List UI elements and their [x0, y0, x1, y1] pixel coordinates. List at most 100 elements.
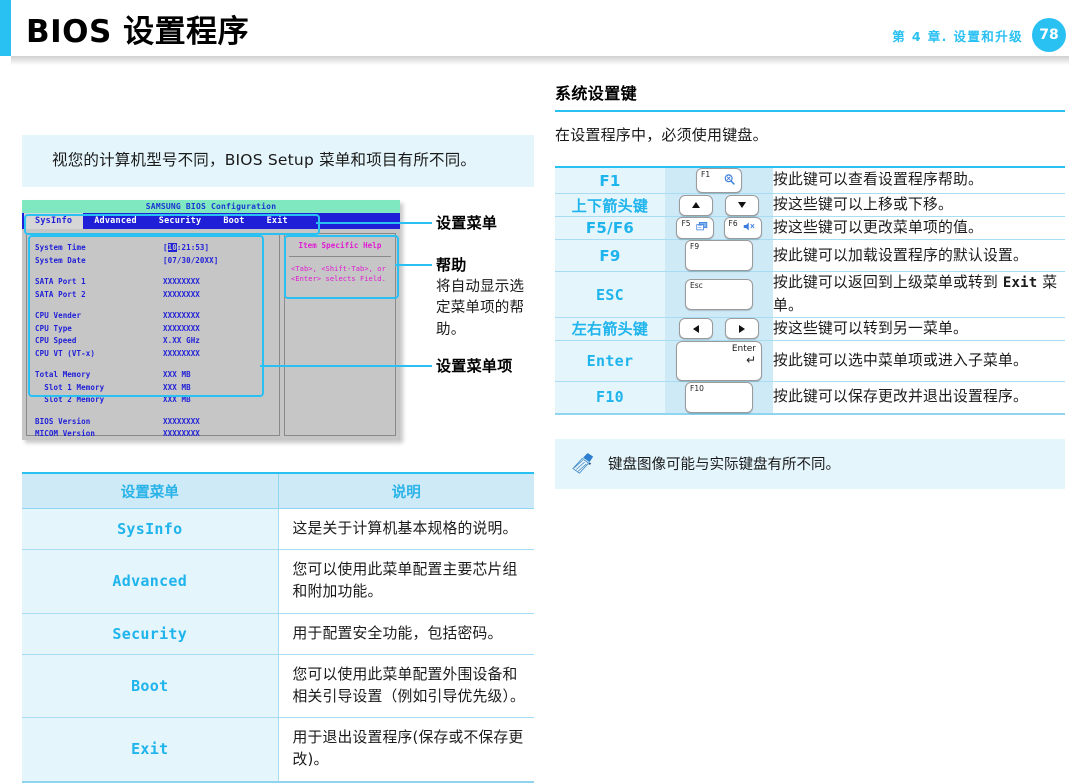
- bios-field-value: XXX MB: [163, 370, 191, 380]
- key-image-f5f6: F5 F6: [665, 216, 773, 241]
- bios-tab-sysinfo[interactable]: SysInfo: [24, 213, 84, 230]
- table-row: F1 F1 按此键可以查看设置程序帮助。: [555, 166, 1065, 194]
- bios-setup-window: SAMSUNG BIOS Configuration SysInfo Advan…: [22, 200, 400, 441]
- keycap-f5[interactable]: F5: [676, 217, 715, 240]
- leader-line-items: [260, 365, 432, 368]
- bios-field-row[interactable]: BIOS Version XXXXXXXX: [35, 416, 271, 429]
- header-divider-shadow: [11, 56, 1069, 65]
- key-name-updown: 上下箭头键: [555, 193, 665, 218]
- bios-field-value: XXXXXXXX: [163, 348, 200, 358]
- leader-line-help: [395, 264, 432, 267]
- bios-field-row[interactable]: CPU Speed X.XX GHz: [35, 335, 271, 348]
- table-row: 左右箭头键 按这些键可以转到另一菜单。: [555, 317, 1065, 341]
- key-desc-esc: 按此键可以返回到上级菜单或转到 Exit 菜单。: [773, 271, 1065, 318]
- bios-field-value: XXXXXXXX: [163, 277, 200, 287]
- menu-name-security: Security: [22, 613, 279, 655]
- table-row: ESC Esc 按此键可以返回到上级菜单或转到 Exit 菜单。: [555, 271, 1065, 318]
- bios-field-row[interactable]: System Time [10:21:53]: [35, 242, 271, 255]
- keycap-esc[interactable]: Esc: [685, 279, 753, 311]
- keycap-arrow-down[interactable]: [724, 194, 759, 216]
- bios-field-row[interactable]: SATA Port 1 XXXXXXXX: [35, 276, 271, 289]
- page-number-badge: 78: [1032, 18, 1066, 52]
- key-desc-f1: 按此键可以查看设置程序帮助。: [773, 166, 1065, 194]
- keycap-f1[interactable]: F1: [696, 168, 742, 193]
- leader-line-menu: [316, 222, 432, 225]
- setup-menu-table-head: 设置菜单 说明: [22, 472, 534, 510]
- bios-field-row[interactable]: CPU VT (VT-x) XXXXXXXX: [35, 348, 271, 361]
- bios-field-row[interactable]: Slot 1 Memory XXX MB: [35, 382, 271, 395]
- table-row: F10 F10 按此键可以保存更改并退出设置程序。: [555, 381, 1065, 415]
- system-setup-keys-table: F1 F1 按此键可以查看设置程序帮助。 上下箭头键 按这些键可以上移或下移。 …: [555, 166, 1065, 415]
- arrow-down-icon: [726, 196, 758, 215]
- bios-field-label: Slot 1 Memory: [35, 382, 105, 392]
- menu-name-boot: Boot: [22, 654, 279, 719]
- key-name-leftright: 左右箭头键: [555, 317, 665, 341]
- bios-field-label: CPU VT (VT-x): [35, 348, 95, 358]
- enter-arrow-icon: ↵: [745, 353, 756, 368]
- display-switch-icon: [696, 217, 708, 236]
- model-note-text: 视您的计算机型号不同，BIOS Setup 菜单和项目有所不同。: [52, 151, 477, 169]
- key-name-f10: F10: [555, 381, 665, 415]
- callout-menu-title: 设置菜单: [436, 214, 498, 233]
- keycap-enter[interactable]: Enter ↵: [676, 340, 762, 381]
- bios-field-value: XXXXXXXX: [163, 416, 200, 426]
- bios-field-row[interactable]: MICOM Version XXXXXXXX: [35, 428, 271, 441]
- bios-tab-advanced[interactable]: Advanced: [83, 213, 148, 229]
- header-right-group: 第 4 章. 设置和升级 78: [892, 18, 1066, 52]
- bios-field-row[interactable]: System Date [07/30/20XX]: [35, 255, 271, 268]
- bios-help-panel: Item Specific Help <Tab>, <Shift-Tab>, o…: [284, 233, 396, 437]
- bios-field-row[interactable]: CPU Type XXXXXXXX: [35, 323, 271, 336]
- key-name-f1: F1: [555, 166, 665, 194]
- bios-tab-boot[interactable]: Boot: [212, 213, 255, 229]
- system-setup-keys-body: F1 F1 按此键可以查看设置程序帮助。 上下箭头键 按这些键可以上移或下移。 …: [555, 166, 1065, 415]
- bios-field-label: BIOS Version: [35, 416, 91, 426]
- keycap-f10[interactable]: F10: [685, 381, 753, 413]
- bios-field-row[interactable]: Total Memory XXX MB: [35, 369, 271, 382]
- key-desc-f5f6: 按这些键可以更改菜单项的值。: [773, 216, 1065, 241]
- keycap-f9[interactable]: F9: [685, 240, 753, 272]
- page-columns: 视您的计算机型号不同，BIOS Setup 菜单和项目有所不同。 SAMSUNG…: [0, 66, 1080, 783]
- key-image-f1: F1: [665, 166, 773, 194]
- table-row: F9 F9 按此键可以加载设置程序的默认设置。: [555, 239, 1065, 273]
- bios-field-label: System Time: [35, 243, 86, 253]
- callout-help: 帮助 将自动显示选定菜单项的帮助。: [436, 254, 534, 341]
- bios-field-value: [10:21:53]: [163, 243, 210, 253]
- bios-field-label: Total Memory: [35, 370, 91, 380]
- menu-desc-exit: 用于退出设置程序(保存或不保存更改)。: [278, 717, 534, 783]
- bios-help-text: <Tab>, <Shift-Tab>, or <Enter> selects F…: [291, 265, 386, 284]
- keycap-label: F6: [728, 219, 738, 229]
- keycap-label: F10: [690, 383, 704, 393]
- keycap-arrow-right[interactable]: [724, 318, 759, 340]
- keyboard-note-box: 键盘图像可能与实际键盘有所不同。: [555, 438, 1065, 489]
- table-row: Exit 用于退出设置程序(保存或不保存更改)。: [22, 717, 534, 783]
- table-row: Boot 您可以使用此菜单配置外围设备和相关引导设置（例如引导优先级）。: [22, 654, 534, 719]
- key-name-esc: ESC: [555, 271, 665, 318]
- right-column: 系统设置键 在设置程序中，必须使用键盘。 F1 F1 按此键可以查看设置程序帮助…: [555, 66, 1065, 489]
- key-name-f9: F9: [555, 239, 665, 273]
- bios-field-row[interactable]: SATA Port 2 XXXXXXXX: [35, 289, 271, 302]
- bios-window-title: SAMSUNG BIOS Configuration: [22, 200, 400, 214]
- bios-tab-security[interactable]: Security: [148, 213, 213, 229]
- bios-field-value: XXXXXXXX: [163, 289, 200, 299]
- table-row: Advanced 您可以使用此菜单配置主要芯片组和附加功能。: [22, 549, 534, 614]
- keycap-label: F1: [701, 170, 711, 179]
- keycap-f6[interactable]: F6: [723, 217, 762, 240]
- keycap-arrow-up[interactable]: [679, 194, 714, 216]
- bios-tab-exit[interactable]: Exit: [256, 213, 299, 229]
- bios-main-panel: System Time [10:21:53] System Date [07/3…: [26, 233, 280, 438]
- menu-desc-boot: 您可以使用此菜单配置外围设备和相关引导设置（例如引导优先级）。: [278, 654, 534, 719]
- keycap-arrow-left[interactable]: [679, 318, 714, 340]
- table-row: Enter Enter ↵ 按此键可以选中菜单项或进入子菜单。: [555, 340, 1065, 382]
- key-desc-updown: 按这些键可以上移或下移。: [773, 193, 1065, 218]
- bios-field-label: MICOM Version: [35, 429, 95, 439]
- bios-field-value: XXX MB: [163, 382, 191, 392]
- bios-row-spacer: [35, 267, 271, 276]
- callout-help-title: 帮助: [436, 256, 467, 275]
- bios-window-body: System Time [10:21:53] System Date [07/3…: [22, 229, 400, 441]
- model-note-box: 视您的计算机型号不同，BIOS Setup 菜单和项目有所不同。: [22, 135, 534, 188]
- bios-field-row[interactable]: Slot 2 Memory XXX MB: [35, 394, 271, 407]
- key-name-enter: Enter: [555, 340, 665, 382]
- left-column: 视您的计算机型号不同，BIOS Setup 菜单和项目有所不同。 SAMSUNG…: [22, 66, 534, 783]
- bios-field-row[interactable]: CPU Vender XXXXXXXX: [35, 310, 271, 323]
- menu-desc-advanced: 您可以使用此菜单配置主要芯片组和附加功能。: [278, 549, 534, 614]
